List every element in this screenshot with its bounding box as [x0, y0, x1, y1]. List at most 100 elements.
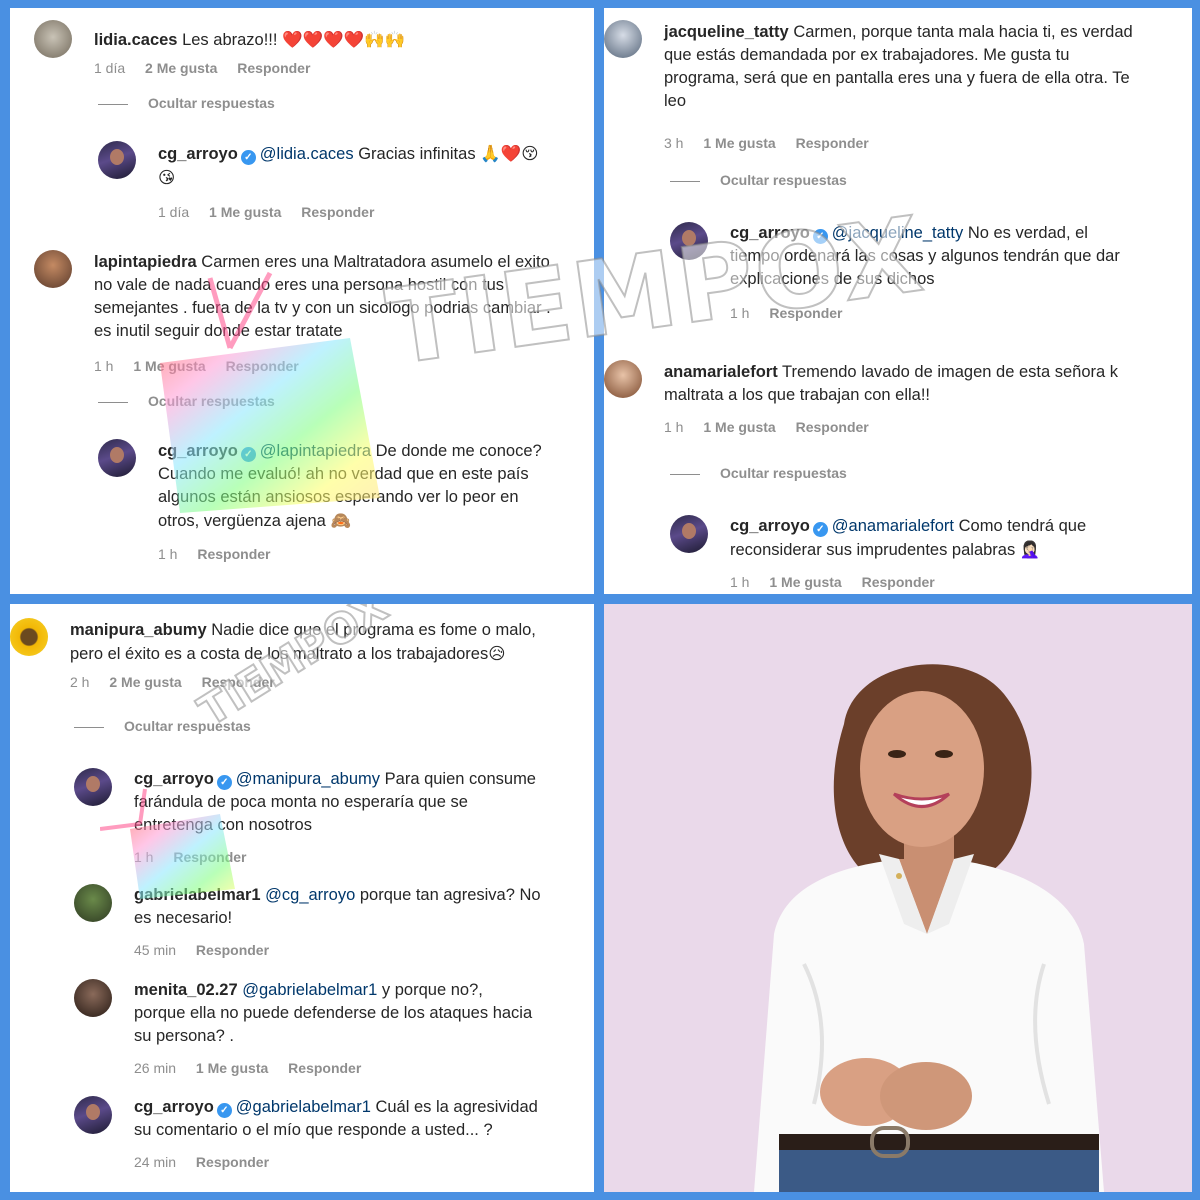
comment-emoji: 🙏❤️😚: [480, 144, 539, 163]
avatar[interactable]: [74, 979, 112, 1017]
hide-replies-button[interactable]: Ocultar respuestas: [74, 718, 251, 734]
avatar[interactable]: [74, 768, 112, 806]
comment-meta: 26 min 1 Me gusta Responder: [134, 1060, 377, 1076]
comments-panel-bottom-left: manipura_abumy Nadie dice que el program…: [10, 604, 594, 1192]
comment-text-line2: que estás demandada por ex trabajadores.…: [664, 46, 1070, 64]
avatar[interactable]: [604, 20, 642, 58]
username[interactable]: gabrielabelmar1: [134, 886, 261, 904]
avatar[interactable]: [74, 884, 112, 922]
comment-meta: 3 h 1 Me gusta Responder: [664, 135, 885, 151]
comment-text-line2: su comentario o el mío que responde a us…: [134, 1121, 493, 1139]
mention-link[interactable]: @jacqueline_tatty: [832, 224, 963, 242]
comment-meta: 45 min Responder: [134, 942, 285, 958]
face-shape: [860, 691, 984, 847]
mention-link[interactable]: @manipura_abumy: [236, 770, 380, 788]
comment-emoji: 😥: [488, 644, 506, 663]
comment-text-line3: algunos están ansiosos esperando ver lo …: [158, 488, 519, 506]
reply-button[interactable]: Responder: [196, 1154, 269, 1170]
avatar[interactable]: [670, 515, 708, 553]
mention-link[interactable]: @cg_arroyo: [265, 886, 355, 904]
hide-replies-button[interactable]: Ocultar respuestas: [670, 465, 847, 481]
comment-text-line4: leo: [664, 92, 687, 110]
avatar[interactable]: [604, 360, 642, 398]
avatar[interactable]: [10, 618, 48, 656]
comment-text-line2: reconsiderar sus imprudentes palabras: [730, 541, 1016, 559]
comment-text-line3: programa, será que en pantalla eres una …: [664, 69, 1130, 87]
comment-text-line2: tiempo ordenará las cosas y algunos tend…: [730, 247, 1120, 265]
comment-meta: 1 h 1 Me gusta Responder: [730, 574, 951, 590]
avatar[interactable]: [98, 439, 136, 477]
username[interactable]: cg_arroyo: [730, 517, 810, 535]
username[interactable]: manipura_abumy: [70, 621, 207, 639]
reply-button[interactable]: Responder: [301, 204, 374, 220]
hide-replies-button[interactable]: Ocultar respuestas: [98, 393, 275, 409]
comment-text-line1: y porque no?,: [381, 981, 483, 999]
comment-meta: 1 h 1 Me gusta Responder: [664, 419, 885, 435]
comment-emoji: 🙈: [330, 511, 352, 530]
avatar[interactable]: [34, 20, 72, 58]
likes-count[interactable]: 1 Me gusta: [196, 1060, 268, 1076]
timestamp: 26 min: [134, 1060, 177, 1076]
reply-button[interactable]: Responder: [237, 60, 310, 76]
likes-count[interactable]: 1 Me gusta: [209, 204, 281, 220]
comment-text-line2: es necesario!: [134, 909, 233, 927]
mention-link[interactable]: @gabrielabelmar1: [236, 1098, 371, 1116]
likes-count[interactable]: 2 Me gusta: [109, 674, 181, 690]
reply-button[interactable]: Responder: [226, 358, 299, 374]
username[interactable]: cg_arroyo: [158, 442, 238, 460]
username[interactable]: jacqueline_tatty: [664, 23, 789, 41]
verified-icon: ✓: [240, 150, 256, 165]
reply-button[interactable]: Responder: [288, 1060, 361, 1076]
reply-button[interactable]: Responder: [196, 942, 269, 958]
portrait-photo: [604, 604, 1192, 1192]
comment-meta: 1 h Responder: [134, 849, 262, 865]
comment-meta: 24 min Responder: [134, 1154, 285, 1170]
likes-count[interactable]: 2 Me gusta: [145, 60, 217, 76]
comments-panel-top-right: jacqueline_tatty Carmen, porque tanta ma…: [604, 8, 1192, 594]
reply-button[interactable]: Responder: [197, 546, 270, 562]
username[interactable]: cg_arroyo: [134, 770, 214, 788]
timestamp: 1 h: [730, 305, 750, 321]
hide-replies-button[interactable]: Ocultar respuestas: [670, 172, 847, 188]
comment-text-line1: Nadie dice que el programa es fome o mal…: [211, 621, 536, 639]
comment-text-line3: semejantes . fuera de la tv y con un sic…: [94, 299, 551, 317]
mention-link[interactable]: @lapintapiedra: [260, 442, 371, 460]
avatar[interactable]: [98, 141, 136, 179]
reply-button[interactable]: Responder: [173, 849, 246, 865]
reply-button[interactable]: Responder: [862, 574, 935, 590]
likes-count[interactable]: 1 Me gusta: [133, 358, 205, 374]
likes-count[interactable]: 1 Me gusta: [769, 574, 841, 590]
avatar[interactable]: [670, 222, 708, 260]
mention-link[interactable]: @gabrielabelmar1: [242, 981, 377, 999]
comment-text-line1: Tremendo lavado de imagen de esta señora…: [782, 363, 1119, 381]
comment-text-line2: porque ella no puede defenderse de los a…: [134, 1004, 533, 1022]
comment-text-line1: Como tendrá que: [958, 517, 1087, 535]
username[interactable]: anamarialefort: [664, 363, 778, 381]
likes-count[interactable]: 1 Me gusta: [703, 419, 775, 435]
comments-panel-top-left: lidia.caces Les abrazo!!! ❤️❤️❤️❤️🙌🙌 1 d…: [10, 8, 594, 594]
username[interactable]: cg_arroyo: [730, 224, 810, 242]
username[interactable]: cg_arroyo: [158, 145, 238, 163]
reply-button[interactable]: Responder: [769, 305, 842, 321]
username[interactable]: cg_arroyo: [134, 1098, 214, 1116]
comment-meta: 2 h 2 Me gusta Responder: [70, 674, 291, 690]
jeans-shape: [779, 1144, 1099, 1192]
username[interactable]: lidia.caces: [94, 31, 177, 49]
avatar[interactable]: [34, 250, 72, 288]
mention-link[interactable]: @lidia.caces: [260, 145, 354, 163]
verified-icon: ✓: [812, 229, 828, 244]
reply-button[interactable]: Responder: [796, 135, 869, 151]
avatar[interactable]: [74, 1096, 112, 1134]
comment-meta: 1 h Responder: [730, 305, 858, 321]
mention-link[interactable]: @anamarialefort: [832, 517, 954, 535]
comment-text-line1: Para quien consume: [384, 770, 536, 788]
likes-count[interactable]: 1 Me gusta: [703, 135, 775, 151]
comment-text-line4: otros, vergüenza ajena: [158, 512, 326, 530]
reply-button[interactable]: Responder: [796, 419, 869, 435]
reply-button[interactable]: Responder: [202, 674, 275, 690]
username[interactable]: lapintapiedra: [94, 253, 197, 271]
timestamp: 1 h: [134, 849, 154, 865]
username[interactable]: menita_02.27: [134, 981, 238, 999]
hide-replies-button[interactable]: Ocultar respuestas: [98, 95, 275, 111]
comment-meta: 1 h 1 Me gusta Responder: [94, 358, 315, 374]
